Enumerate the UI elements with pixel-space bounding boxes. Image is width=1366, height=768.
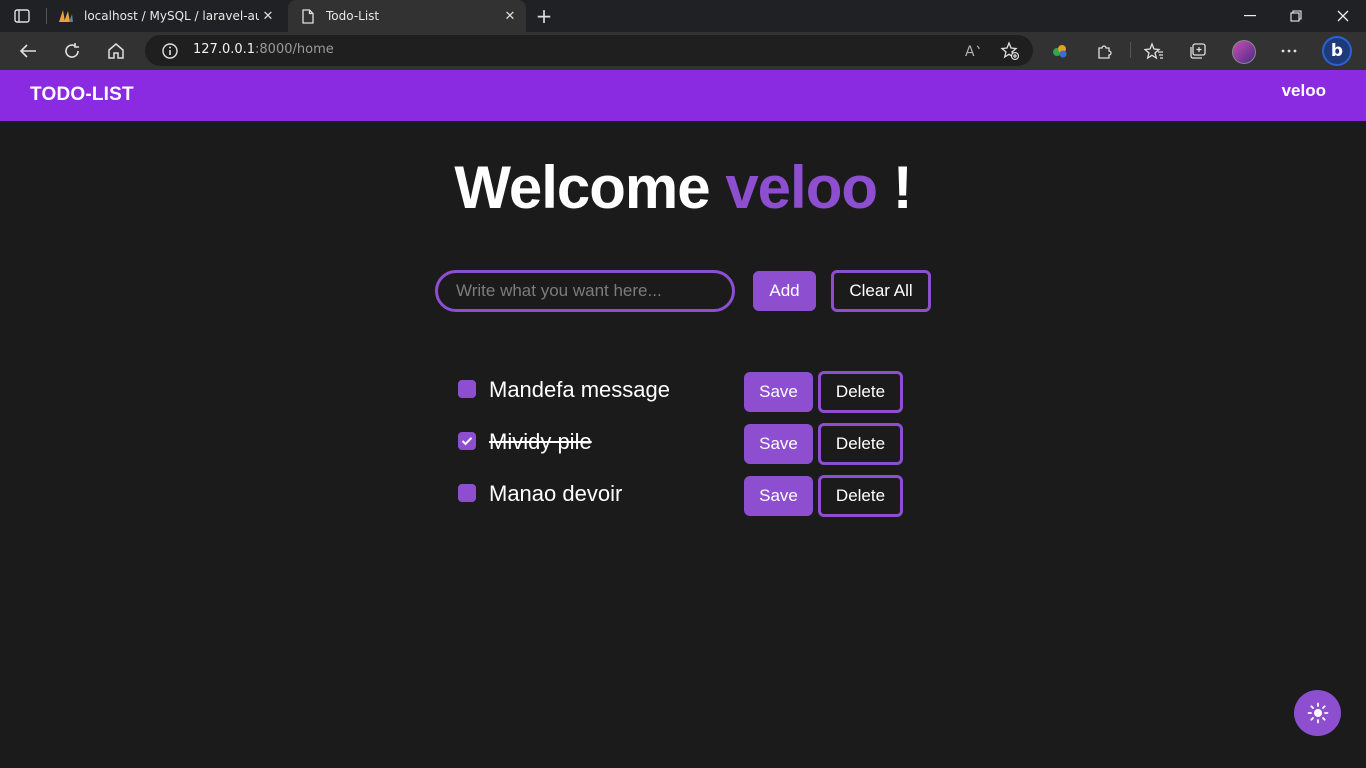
checkmark-icon	[461, 437, 473, 446]
todo-checkbox[interactable]	[458, 484, 476, 502]
delete-button[interactable]: Delete	[818, 475, 903, 517]
phpmyadmin-icon	[58, 8, 74, 24]
add-favorite-icon[interactable]	[999, 40, 1021, 62]
bing-copilot-icon[interactable]: b	[1322, 36, 1352, 66]
restore-icon[interactable]	[1286, 6, 1306, 26]
add-button[interactable]: Add	[753, 271, 816, 311]
url-text[interactable]: 127.0.0.1:8000/home	[193, 42, 334, 57]
welcome-suffix: !	[892, 154, 913, 221]
todo-text: Mandefa message	[489, 377, 670, 402]
todo-input[interactable]	[435, 270, 735, 312]
extensions-icon[interactable]	[1094, 40, 1116, 62]
close-tab-icon[interactable]: ✕	[260, 8, 276, 24]
toolbar-separator	[1130, 42, 1131, 58]
url-path: :8000/home	[255, 42, 334, 57]
tab-separator	[46, 8, 47, 24]
close-window-icon[interactable]	[1333, 6, 1353, 26]
navbar	[0, 70, 1366, 121]
brand-logo[interactable]: TODO-LIST	[30, 84, 134, 106]
welcome-heading: Welcome veloo !	[0, 150, 1366, 226]
navbar-username[interactable]: veloo	[1282, 81, 1326, 101]
clear-all-button[interactable]: Clear All	[831, 270, 931, 312]
refresh-icon[interactable]	[61, 40, 83, 62]
tab-title: Todo-List	[326, 9, 380, 23]
read-aloud-icon[interactable]: A	[963, 40, 985, 62]
todo-checkbox-checked[interactable]	[458, 432, 476, 450]
back-icon[interactable]	[17, 40, 39, 62]
welcome-prefix: Welcome	[454, 154, 710, 221]
save-button[interactable]: Save	[744, 424, 813, 464]
welcome-username: veloo	[725, 154, 878, 221]
svg-text:A: A	[965, 44, 975, 60]
delete-button[interactable]: Delete	[818, 423, 903, 465]
tab-todo-list[interactable]: Todo-List ✕	[288, 0, 526, 32]
todo-checkbox[interactable]	[458, 380, 476, 398]
new-tab-icon[interactable]: +	[534, 4, 554, 28]
minimize-icon[interactable]	[1240, 6, 1260, 26]
extension-colorful-icon[interactable]	[1049, 40, 1071, 62]
close-tab-icon[interactable]: ✕	[502, 8, 518, 24]
collections-icon[interactable]	[1187, 40, 1209, 62]
todo-text-completed: Mividy pile	[489, 429, 592, 454]
save-button[interactable]: Save	[744, 372, 813, 412]
more-options-icon[interactable]	[1278, 40, 1300, 62]
favorites-icon[interactable]	[1143, 40, 1165, 62]
url-host: 127.0.0.1	[193, 42, 256, 57]
site-info-icon[interactable]	[160, 41, 180, 61]
tab-title: localhost / MySQL / laravel-auth	[84, 9, 259, 23]
sun-icon	[1307, 702, 1328, 724]
home-icon[interactable]	[105, 40, 127, 62]
delete-button[interactable]: Delete	[818, 371, 903, 413]
document-icon	[300, 8, 316, 24]
todo-text: Manao devoir	[489, 481, 623, 506]
tab-actions-icon[interactable]	[12, 7, 32, 25]
theme-toggle-button[interactable]	[1294, 690, 1341, 736]
profile-avatar[interactable]	[1232, 40, 1256, 64]
save-button[interactable]: Save	[744, 476, 813, 516]
tab-phpmyadmin[interactable]: localhost / MySQL / laravel-auth ✕	[50, 0, 284, 32]
